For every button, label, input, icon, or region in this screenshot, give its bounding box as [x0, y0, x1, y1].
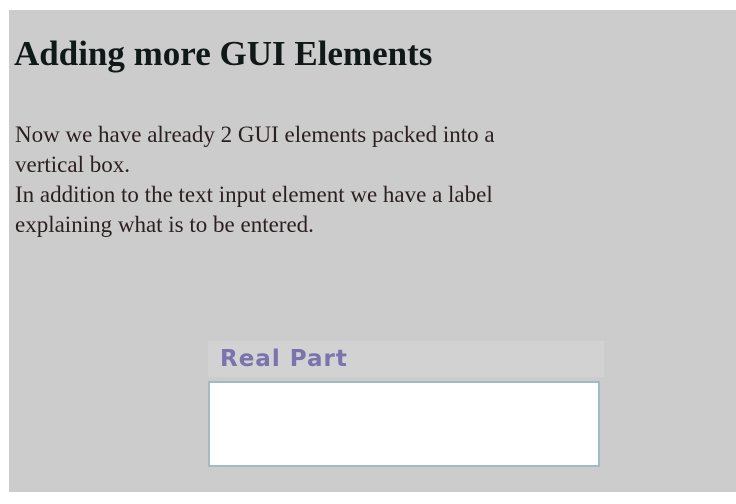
description-paragraph: Now we have already 2 GUI elements packe…	[15, 120, 731, 240]
description-line: In addition to the text input element we…	[15, 182, 493, 207]
vertical-box: Real Part	[206, 341, 606, 477]
slide-content: Adding more GUI Elements Now we have alr…	[9, 10, 736, 492]
description-line: Now we have already 2 GUI elements packe…	[15, 122, 495, 147]
real-part-input[interactable]	[208, 381, 600, 467]
real-part-label: Real Part	[220, 346, 348, 372]
page-title: Adding more GUI Elements	[14, 34, 433, 73]
screenshot-frame: Adding more GUI Elements Now we have alr…	[0, 0, 736, 504]
real-part-label-container: Real Part	[208, 341, 604, 377]
description-line: explaining what is to be entered.	[15, 212, 314, 237]
description-line: vertical box.	[15, 152, 130, 177]
